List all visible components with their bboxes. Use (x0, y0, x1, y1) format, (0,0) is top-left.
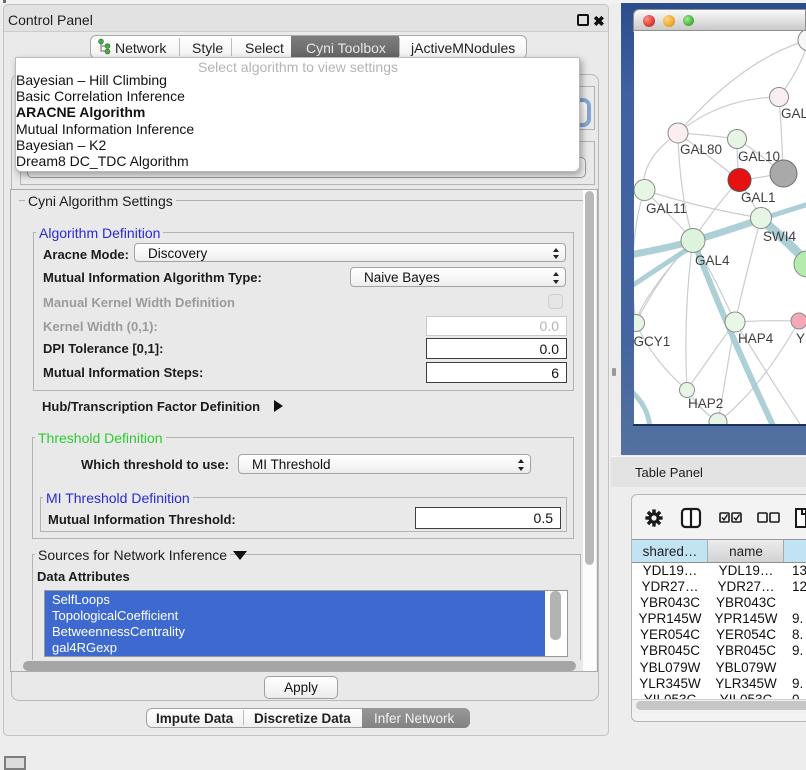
svg-text:GAL1: GAL1 (741, 190, 776, 205)
svg-text:GAL4: GAL4 (695, 253, 730, 268)
svg-text:GAL: GAL (781, 106, 806, 121)
svg-text:GAL10: GAL10 (738, 149, 780, 164)
svg-text:HAP4: HAP4 (738, 331, 774, 346)
svg-text:GCY1: GCY1 (634, 334, 670, 349)
svg-text:Y: Y (796, 331, 805, 346)
svg-text:GAL11: GAL11 (646, 201, 687, 216)
svg-text:SWI4: SWI4 (763, 229, 796, 244)
svg-text:HAP2: HAP2 (688, 396, 723, 411)
svg-text:GAL80: GAL80 (680, 142, 722, 157)
